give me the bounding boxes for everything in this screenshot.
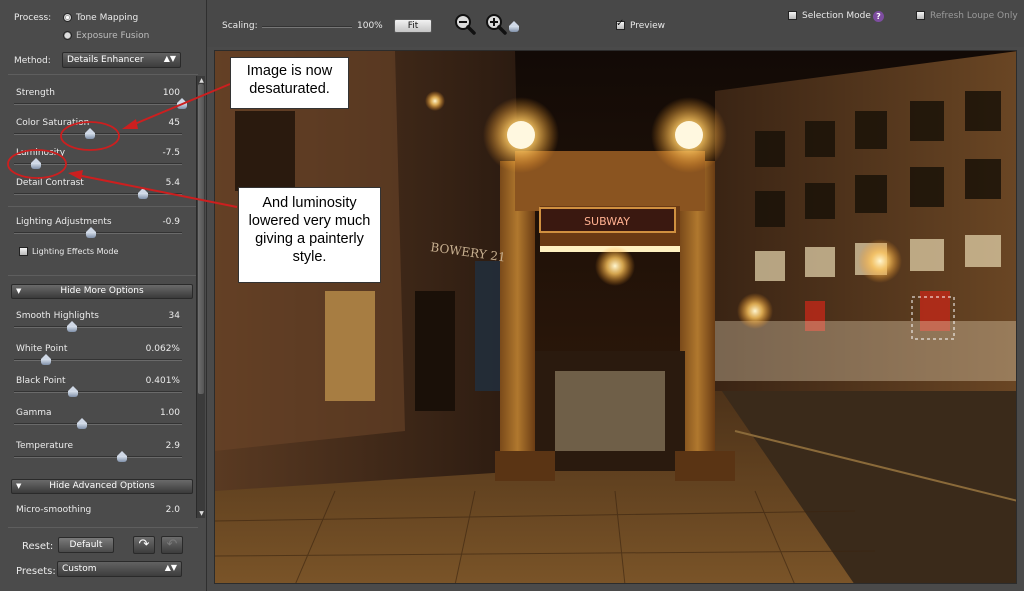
luminosity-thumb[interactable] [31, 158, 41, 169]
temperature-value: 2.9 [165, 441, 180, 451]
tone-mapping-label: Tone Mapping [76, 13, 139, 23]
divider [8, 527, 198, 528]
gamma-label: Gamma [16, 408, 52, 418]
preview-label: Preview [630, 21, 666, 31]
scaling-slider-thumb[interactable] [509, 21, 519, 32]
options-scrollbar[interactable]: ▲ ▼ [196, 76, 205, 518]
hide-advanced-options-button[interactable]: ▼ Hide Advanced Options [11, 479, 193, 494]
hide-advanced-options-label: Hide Advanced Options [49, 481, 155, 491]
detail-contrast-label: Detail Contrast [16, 178, 84, 188]
preview-toolbar: Scaling: 100% Fit ✓ Preview Selection Mo… [207, 0, 1024, 47]
strength-value: 100 [162, 88, 180, 98]
method-dropdown-value: Details Enhancer [67, 55, 144, 65]
scaling-value: 100% [357, 21, 383, 31]
refresh-loupe-label: Refresh Loupe Only [930, 11, 1018, 21]
subway-sign: SUBWAY [584, 215, 630, 228]
color-saturation-thumb[interactable] [85, 128, 95, 139]
scaling-label: Scaling: [222, 21, 258, 31]
luminosity-label: Luminosity [16, 148, 66, 158]
color-saturation-track[interactable] [14, 133, 182, 135]
presets-label: Presets: [16, 566, 56, 577]
dropdown-arrows-icon: ▲▼ [164, 563, 177, 572]
presets-dropdown-value: Custom [62, 564, 97, 574]
help-icon[interactable]: ? [873, 11, 884, 22]
temperature-label: Temperature [16, 441, 74, 451]
color-saturation-label: Color Saturation [16, 118, 90, 128]
method-label: Method: [14, 56, 51, 66]
subway-street-photo: SUBWAY BOWERY 21 [215, 51, 1016, 583]
reset-label: Reset: [22, 541, 54, 552]
divider [8, 206, 198, 207]
black-point-track[interactable] [14, 391, 182, 393]
scaling-slider-track[interactable] [262, 26, 352, 28]
process-label: Process: [14, 13, 52, 23]
options-scroll-area: Strength 100 Color Saturation 45 Luminos… [0, 76, 207, 518]
scroll-down-icon[interactable]: ▼ [197, 509, 206, 518]
white-point-label: White Point [16, 344, 68, 354]
micro-smoothing-value: 2.0 [165, 505, 180, 515]
smooth-highlights-thumb[interactable] [67, 321, 77, 332]
detail-contrast-thumb[interactable] [138, 188, 148, 199]
white-point-track[interactable] [14, 359, 182, 361]
smooth-highlights-value: 34 [168, 311, 180, 321]
strength-track[interactable] [14, 103, 182, 105]
scrollbar-thumb[interactable] [198, 84, 204, 394]
lighting-adjustments-track[interactable] [14, 232, 182, 234]
annotation-callout-saturation: Image is now desaturated. [230, 57, 349, 109]
redo-icon[interactable]: ↶ [161, 536, 183, 554]
black-point-label: Black Point [16, 376, 66, 386]
lighting-adjustments-thumb[interactable] [86, 227, 96, 238]
undo-icon[interactable]: ↷ [133, 536, 155, 554]
selection-mode-label: Selection Mode [802, 11, 871, 21]
luminosity-value: -7.5 [162, 148, 180, 158]
detail-contrast-value: 5.4 [165, 178, 180, 188]
settings-panel: Process: Tone Mapping Exposure Fusion Me… [0, 0, 207, 591]
detail-contrast-track[interactable] [14, 193, 182, 195]
white-point-value: 0.062% [145, 344, 180, 354]
black-point-thumb[interactable] [68, 386, 78, 397]
divider [8, 275, 198, 276]
gamma-value: 1.00 [159, 408, 180, 418]
selection-mode-checkbox[interactable] [788, 11, 797, 20]
gamma-track[interactable] [14, 423, 182, 425]
temperature-track[interactable] [14, 456, 182, 458]
temperature-thumb[interactable] [117, 451, 127, 462]
white-point-thumb[interactable] [41, 354, 51, 365]
lighting-adjustments-label: Lighting Adjustments [16, 217, 112, 227]
annotation-callout-luminosity: And luminosity lowered very much giving … [238, 187, 381, 283]
hide-more-options-button[interactable]: ▼ Hide More Options [11, 284, 193, 299]
lighting-adjustments-value: -0.9 [162, 217, 180, 227]
divider [8, 74, 198, 75]
zoom-out-icon[interactable] [454, 13, 476, 35]
micro-smoothing-label: Micro-smoothing [16, 505, 92, 515]
preview-check-mark-icon: ✓ [616, 18, 625, 29]
zoom-in-icon[interactable] [485, 13, 507, 35]
dropdown-arrows-icon: ▲▼ [163, 54, 176, 63]
black-point-value: 0.401% [145, 376, 180, 386]
color-saturation-value: 45 [168, 118, 180, 128]
fit-button[interactable]: Fit [394, 19, 432, 33]
hdr-preview-image[interactable]: SUBWAY BOWERY 21 [214, 50, 1017, 584]
hide-more-options-label: Hide More Options [60, 286, 144, 296]
smooth-highlights-track[interactable] [14, 326, 182, 328]
exposure-fusion-radio[interactable] [63, 31, 72, 40]
strength-thumb[interactable] [177, 98, 187, 109]
smooth-highlights-label: Smooth Highlights [16, 311, 99, 321]
method-dropdown[interactable]: Details Enhancer ▲▼ [62, 52, 181, 68]
exposure-fusion-label: Exposure Fusion [76, 31, 150, 41]
lighting-effects-label: Lighting Effects Mode [32, 247, 119, 256]
gamma-thumb[interactable] [77, 418, 87, 429]
refresh-loupe-checkbox[interactable] [916, 11, 925, 20]
strength-label: Strength [16, 88, 55, 98]
lighting-effects-checkbox[interactable] [19, 247, 28, 256]
default-button[interactable]: Default [58, 537, 114, 553]
tone-mapping-radio[interactable] [63, 13, 72, 22]
presets-dropdown[interactable]: Custom ▲▼ [57, 561, 182, 577]
